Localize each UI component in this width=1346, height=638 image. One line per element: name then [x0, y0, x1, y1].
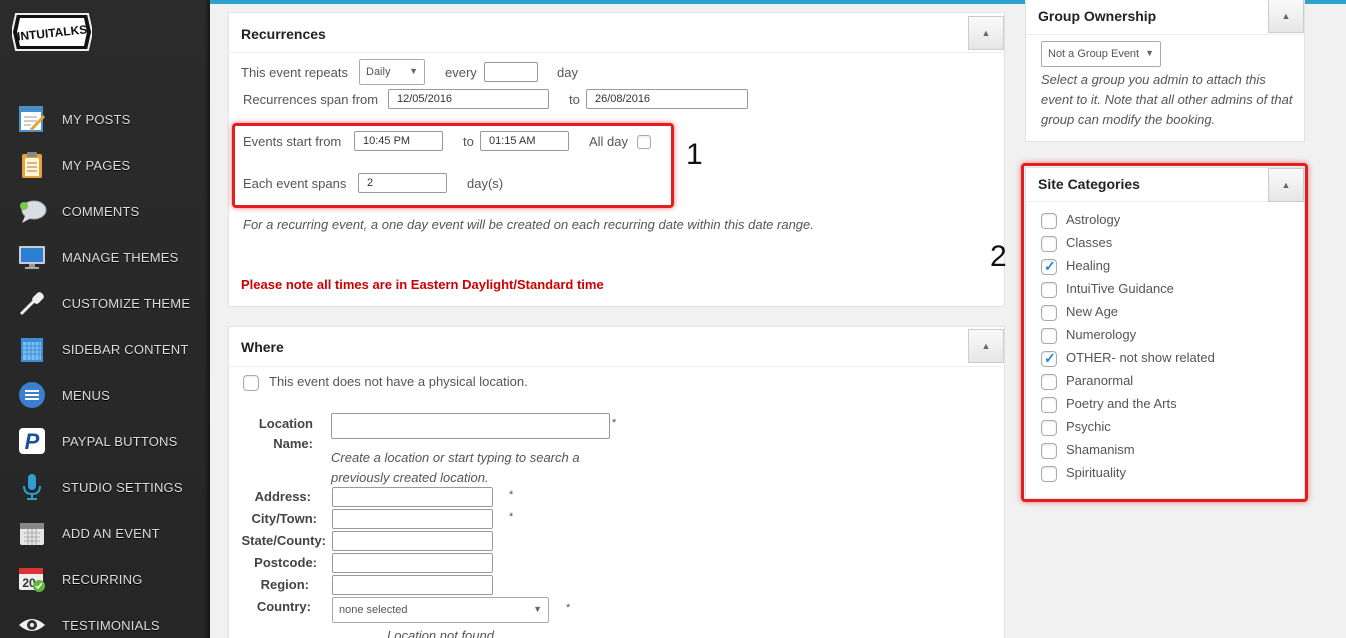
state-label: State/County: — [241, 533, 327, 548]
svg-text:P: P — [25, 429, 40, 454]
sidebar-item-label: MANAGE THEMES — [62, 249, 179, 265]
span-to-label: to — [569, 92, 580, 107]
annotation-number-2: 2 — [990, 240, 1007, 273]
panel-title: Recurrences — [241, 26, 326, 42]
highlight-box-time-settings — [232, 123, 674, 208]
panel-title: Group Ownership — [1038, 8, 1157, 24]
recurring-calendar-icon: 20 — [16, 563, 48, 595]
panel-header: Recurrences ▲ — [229, 13, 1004, 53]
sidebar-item-label: COMMENTS — [62, 203, 140, 219]
triangle-up-icon: ▲ — [981, 341, 991, 351]
menu-list-icon — [16, 379, 48, 411]
dropdown-arrow-icon: ▼ — [533, 604, 542, 614]
no-location-label: This event does not have a physical loca… — [269, 374, 528, 389]
region-label: Region: — [260, 577, 309, 592]
dropdown-arrow-icon: ▼ — [1145, 48, 1154, 58]
repeats-selected-value: Daily — [366, 66, 391, 78]
sidebar-item-sidebar-content[interactable]: SIDEBAR CONTENT — [0, 329, 204, 369]
location-name-label: Location Name: — [258, 416, 313, 451]
country-select[interactable]: none selected ▼ — [332, 597, 549, 623]
required-mark: * — [509, 511, 514, 523]
required-mark: * — [612, 417, 617, 429]
monitor-icon — [16, 241, 48, 273]
eyedropper-icon — [16, 287, 48, 319]
sidebar-item-label: MY PAGES — [62, 157, 131, 173]
postcode-input[interactable] — [332, 553, 493, 573]
sidebar-item-label: STUDIO SETTINGS — [62, 479, 183, 495]
sidebar-item-my-pages[interactable]: MY PAGES — [0, 145, 204, 185]
span-from-input[interactable]: 12/05/2016 — [388, 89, 549, 109]
collapse-toggle-button[interactable]: ▲ — [1268, 0, 1304, 33]
country-label: Country: — [256, 599, 311, 614]
location-name-input[interactable] — [331, 413, 610, 439]
required-mark: * — [509, 489, 514, 501]
sidebar-item-label: RECURRING — [62, 571, 143, 587]
repeats-label: This event repeats — [241, 65, 348, 80]
triangle-up-icon: ▲ — [1281, 11, 1291, 21]
eye-icon — [16, 609, 48, 638]
sidebar-item-customize-theme[interactable]: CUSTOMIZE THEME — [0, 283, 204, 323]
recurring-info-text: For a recurring event, a one day event w… — [243, 217, 814, 232]
group-help-text: Select a group you admin to attach this … — [1041, 72, 1293, 127]
location-not-found-text: Location not found — [387, 628, 494, 638]
calendar-icon — [16, 517, 48, 549]
country-selected-value: none selected — [339, 604, 408, 616]
every-input[interactable] — [484, 62, 538, 82]
every-label: every — [445, 65, 477, 80]
sidebar-item-label: SIDEBAR CONTENT — [62, 341, 189, 357]
sidebar-item-manage-themes[interactable]: MANAGE THEMES — [0, 237, 204, 277]
collapse-toggle-button[interactable]: ▲ — [968, 329, 1004, 363]
span-to-input[interactable]: 26/08/2016 — [586, 89, 748, 109]
sidebar-item-label: PAYPAL BUTTONS — [62, 433, 178, 449]
day-label: day — [557, 65, 578, 80]
group-ownership-panel: Group Ownership ▲ Not a Group Event ▼ Se… — [1025, 0, 1305, 142]
clipboard-icon — [16, 149, 48, 181]
collapse-toggle-button[interactable]: ▲ — [968, 16, 1004, 50]
sidebar-item-label: TESTIMONIALS — [62, 617, 160, 633]
admin-sidebar: INTUITALKS MY POSTS MY PAGES COMMENTS MA… — [0, 0, 210, 638]
timezone-note: Please note all times are in Eastern Day… — [241, 277, 604, 292]
sidebar-item-add-an-event[interactable]: ADD AN EVENT — [0, 513, 204, 553]
annotation-number-1: 1 — [686, 138, 703, 171]
repeats-select[interactable]: Daily ▼ — [359, 59, 425, 85]
state-input[interactable] — [332, 531, 493, 551]
where-panel: Where ▲ This event does not have a physi… — [228, 326, 1005, 638]
sidebar-item-testimonials[interactable]: TESTIMONIALS — [0, 605, 204, 638]
sidebar-item-label: MY POSTS — [62, 111, 131, 127]
sidebar-item-comments[interactable]: COMMENTS — [0, 191, 204, 231]
span-label: Recurrences span from — [243, 92, 379, 107]
dropdown-arrow-icon: ▼ — [409, 66, 418, 76]
address-label: Address: — [254, 489, 311, 504]
highlight-box-categories — [1021, 163, 1308, 502]
group-select[interactable]: Not a Group Event ▼ — [1041, 41, 1161, 67]
sidebar-item-label: MENUS — [62, 387, 110, 403]
speech-bubble-icon — [16, 195, 48, 227]
panel-header: Group Ownership ▲ — [1026, 0, 1304, 35]
intuitalks-logo[interactable]: INTUITALKS — [12, 12, 92, 52]
city-input[interactable] — [332, 509, 493, 529]
postcode-label: Postcode: — [254, 555, 317, 570]
no-location-checkbox[interactable] — [243, 375, 259, 391]
microphone-icon — [16, 471, 48, 503]
required-mark: * — [566, 602, 571, 614]
panel-header: Where ▲ — [229, 327, 1004, 367]
sidebar-item-my-posts[interactable]: MY POSTS — [0, 99, 204, 139]
triangle-up-icon: ▲ — [981, 28, 991, 38]
grid-icon — [16, 333, 48, 365]
paypal-icon: P — [16, 425, 48, 457]
location-help-text: Create a location or start typing to sea… — [331, 450, 580, 485]
address-input[interactable] — [332, 487, 493, 507]
sidebar-item-label: ADD AN EVENT — [62, 525, 160, 541]
sidebar-item-label: CUSTOMIZE THEME — [62, 295, 191, 311]
sidebar-item-recurring[interactable]: 20 RECURRING — [0, 559, 204, 599]
city-label: City/Town: — [251, 511, 317, 526]
sidebar-item-studio-settings[interactable]: STUDIO SETTINGS — [0, 467, 204, 507]
sidebar-item-paypal-buttons[interactable]: P PAYPAL BUTTONS — [0, 421, 204, 461]
edit-posts-icon — [16, 103, 48, 135]
sidebar-item-menus[interactable]: MENUS — [0, 375, 204, 415]
group-selected-value: Not a Group Event — [1048, 48, 1140, 60]
region-input[interactable] — [332, 575, 493, 595]
panel-title: Where — [241, 339, 284, 355]
